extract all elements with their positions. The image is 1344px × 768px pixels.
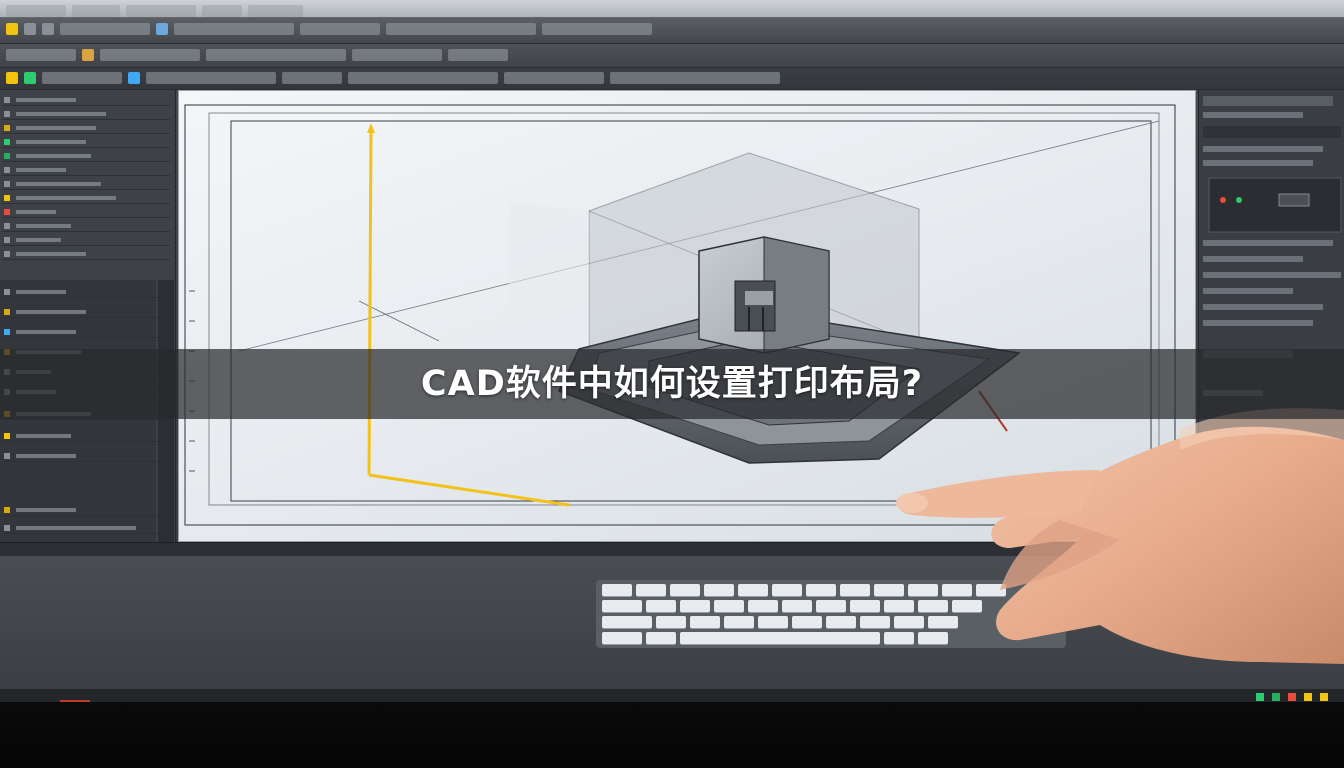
cad-toolbar-tertiary	[0, 68, 1344, 90]
taskbar-strip	[0, 688, 1344, 702]
properties-panel	[1198, 90, 1344, 545]
caption-title: CAD软件中如何设置打印布局?	[420, 364, 924, 404]
desk-surface	[0, 556, 1344, 688]
cad-status-bar	[0, 542, 1344, 556]
layer-panel	[0, 90, 176, 545]
cad-drawing-viewport	[178, 90, 1196, 542]
cad-toolbar-secondary	[0, 44, 1344, 68]
screen-bezel	[0, 702, 1344, 768]
cad-menu-bar	[0, 0, 1344, 18]
cad-toolbar-primary	[0, 18, 1344, 44]
keyboard-icon	[596, 580, 1066, 648]
